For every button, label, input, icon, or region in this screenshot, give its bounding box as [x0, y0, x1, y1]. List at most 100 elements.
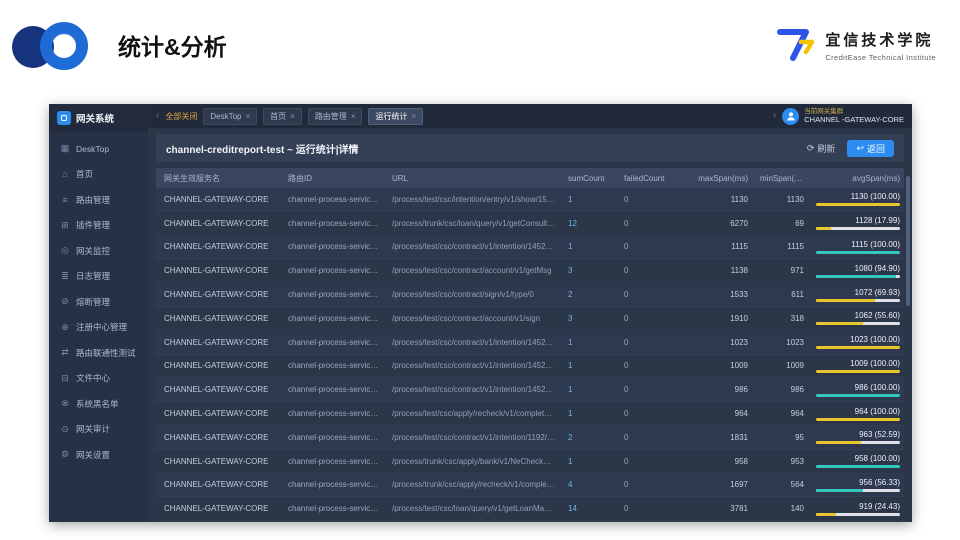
avg-span-bar-track	[816, 346, 900, 350]
table-row[interactable]: CHANNEL-GATEWAY-CORE channel-process-ser…	[156, 473, 904, 498]
tab-close-icon[interactable]: ×	[411, 112, 416, 121]
table-body: CHANNEL-GATEWAY-CORE channel-process-ser…	[156, 188, 904, 521]
cell-min-span: 971	[790, 266, 804, 276]
table-row[interactable]: CHANNEL-GATEWAY-CORE channel-process-ser…	[156, 497, 904, 521]
main-area: ‹ 全部关闭 DeskTop × 首页 × 路由管理 × 运行统计 × › 当前…	[148, 104, 912, 522]
logo-circle-ring	[40, 22, 88, 70]
cell-max-span: 3781	[730, 504, 748, 514]
cell-service: CHANNEL-GATEWAY-CORE	[164, 242, 269, 252]
cell-min-span: 1115	[787, 242, 804, 252]
cell-max-span: 1130	[730, 194, 748, 204]
tab-close-icon[interactable]: ×	[290, 112, 295, 121]
cell-sum-count: 1	[568, 385, 573, 395]
table-row[interactable]: CHANNEL-GATEWAY-CORE channel-process-ser…	[156, 355, 904, 379]
sidebar-item-desktop[interactable]: ▦ DeskTop	[49, 136, 148, 162]
cell-min-span: 1009	[786, 361, 804, 371]
tab[interactable]: 首页 ×	[263, 107, 302, 125]
sidebar-item-logs[interactable]: ≣ 日志管理	[49, 264, 148, 290]
cell-max-span: 986	[734, 385, 748, 395]
avg-span-value: 1072 (69.93)	[854, 287, 900, 297]
cell-failed-count: 0	[624, 361, 629, 371]
sidebar-item-registry[interactable]: ⊕ 注册中心管理	[49, 315, 148, 341]
cell-service: CHANNEL-GATEWAY-CORE	[164, 290, 269, 300]
tab[interactable]: 运行统计 ×	[368, 107, 424, 125]
table-row[interactable]: CHANNEL-GATEWAY-CORE channel-process-ser…	[156, 235, 904, 260]
cell-avg-span: 1130 (100.00)	[808, 192, 904, 207]
cell-url: /process/test/csc/intention/entry/v1/sho…	[392, 194, 560, 204]
tab-label: 运行统计	[375, 111, 408, 121]
avg-span-bar-track	[816, 441, 900, 445]
column-header-avg-span: avgSpan(ms)	[852, 173, 900, 183]
tab-bar: ‹ 全部关闭 DeskTop × 首页 × 路由管理 × 运行统计 × › 当前…	[148, 104, 912, 128]
sidebar-item-plugins[interactable]: ⊞ 插件管理	[49, 213, 148, 239]
table-header-row: 网关生效服务名 路由ID URL sumCount failedCount ma…	[156, 168, 904, 188]
cell-avg-span: 1023 (100.00)	[808, 335, 904, 350]
table-row[interactable]: CHANNEL-GATEWAY-CORE channel-process-ser…	[156, 259, 904, 283]
cell-url: /process/test/csc/contract/v1/intention/…	[392, 337, 560, 347]
column-header-sum-count: sumCount	[568, 173, 605, 183]
cell-failed-count: 0	[624, 409, 629, 419]
avg-span-bar	[816, 203, 900, 207]
sidebar-item-routes[interactable]: ≡ 路由管理	[49, 187, 148, 213]
cell-url: /process/trunk/csc/apply/recheck/v1/comp…	[392, 480, 560, 490]
cell-url: /process/test/csc/apply/recheck/v1/compl…	[392, 409, 560, 419]
user-chip[interactable]: 当前网关集群 CHANNEL -GATEWAY-CORE	[782, 107, 904, 125]
table-row[interactable]: CHANNEL-GATEWAY-CORE channel-process-ser…	[156, 307, 904, 331]
sidebar-item-connectivity[interactable]: ⇄ 路由联通性测试	[49, 340, 148, 366]
cell-failed-count: 0	[624, 337, 629, 347]
cell-avg-span: 964 (100.00)	[808, 407, 904, 421]
cell-failed-count: 0	[624, 218, 629, 228]
tab[interactable]: DeskTop ×	[203, 107, 258, 125]
home-icon: ⌂	[62, 169, 68, 180]
column-header-route-id: 路由ID	[288, 173, 312, 183]
avg-span-value: 1115 (100.00)	[851, 239, 900, 249]
cell-service: CHANNEL-GATEWAY-CORE	[164, 313, 269, 323]
sidebar-item-audit[interactable]: ⊙ 网关审计	[49, 417, 148, 443]
refresh-icon: ⟳	[806, 142, 815, 153]
cell-min-span: 318	[790, 313, 804, 323]
sidebar-item-blacklist[interactable]: ⊗ 系统黑名单	[49, 391, 148, 417]
table-row[interactable]: CHANNEL-GATEWAY-CORE channel-process-ser…	[156, 188, 904, 212]
tab[interactable]: 路由管理 ×	[307, 107, 363, 125]
sidebar-item-monitor[interactable]: ◎ 网关监控	[49, 238, 148, 264]
cell-route-id: channel-process-service-test	[288, 504, 384, 514]
chevron-right-icon[interactable]: ›	[773, 111, 776, 121]
cell-url: /process/test/csc/contract/v1/intention/…	[392, 432, 560, 442]
back-icon: ↩	[856, 142, 864, 153]
tab-close-icon[interactable]: ×	[245, 112, 250, 121]
cell-min-span: 611	[791, 290, 804, 300]
sidebar-item-circuit[interactable]: ⊘ 熔断管理	[49, 289, 148, 315]
user-avatar[interactable]	[782, 107, 800, 125]
vertical-scrollbar[interactable]	[906, 176, 910, 306]
page-title: 统计&分析	[118, 34, 227, 60]
cell-min-span: 564	[790, 480, 804, 490]
table-row[interactable]: CHANNEL-GATEWAY-CORE channel-process-ser…	[156, 450, 904, 474]
brand-subtitle: CreditEase Technical Institute	[825, 52, 936, 62]
cell-route-id: channel-process-service-test	[288, 313, 384, 323]
avg-span-value: 1062 (55.60)	[854, 311, 900, 321]
table-row[interactable]: CHANNEL-GATEWAY-CORE channel-process-ser…	[156, 212, 904, 236]
close-all-tabs-button[interactable]: 全部关闭	[165, 111, 197, 122]
chevron-left-icon[interactable]: ‹	[156, 111, 159, 121]
back-button[interactable]: ↩ 返回	[847, 139, 894, 157]
cell-failed-count: 0	[624, 194, 629, 204]
table-row[interactable]: CHANNEL-GATEWAY-CORE channel-process-ser…	[156, 425, 904, 450]
table-row[interactable]: CHANNEL-GATEWAY-CORE channel-process-ser…	[156, 330, 904, 355]
cell-route-id: channel-process-service-trunk	[288, 480, 384, 490]
cell-service: CHANNEL-GATEWAY-CORE	[164, 504, 269, 514]
sidebar-item-settings[interactable]: ⚙ 网关设置	[49, 442, 148, 468]
sidebar-item-home[interactable]: ⌂ 首页	[49, 162, 148, 188]
table-row[interactable]: CHANNEL-GATEWAY-CORE channel-process-ser…	[156, 378, 904, 403]
avg-span-bar	[816, 417, 900, 421]
avg-span-bar-track	[816, 417, 900, 421]
user-cluster-name: CHANNEL -GATEWAY-CORE	[804, 115, 904, 125]
monitor-icon: ◎	[61, 245, 69, 256]
tab-close-icon[interactable]: ×	[351, 112, 356, 121]
connectivity-icon: ⇄	[61, 347, 69, 358]
table-row[interactable]: CHANNEL-GATEWAY-CORE channel-process-ser…	[156, 283, 904, 307]
sidebar-item-files[interactable]: ⊟ 文件中心	[49, 366, 148, 392]
table-row[interactable]: CHANNEL-GATEWAY-CORE channel-process-ser…	[156, 402, 904, 426]
refresh-button[interactable]: ⟳ 刷新	[807, 142, 836, 155]
cell-route-id: channel-process-service-test	[288, 337, 384, 347]
cell-max-span: 1697	[730, 480, 748, 490]
